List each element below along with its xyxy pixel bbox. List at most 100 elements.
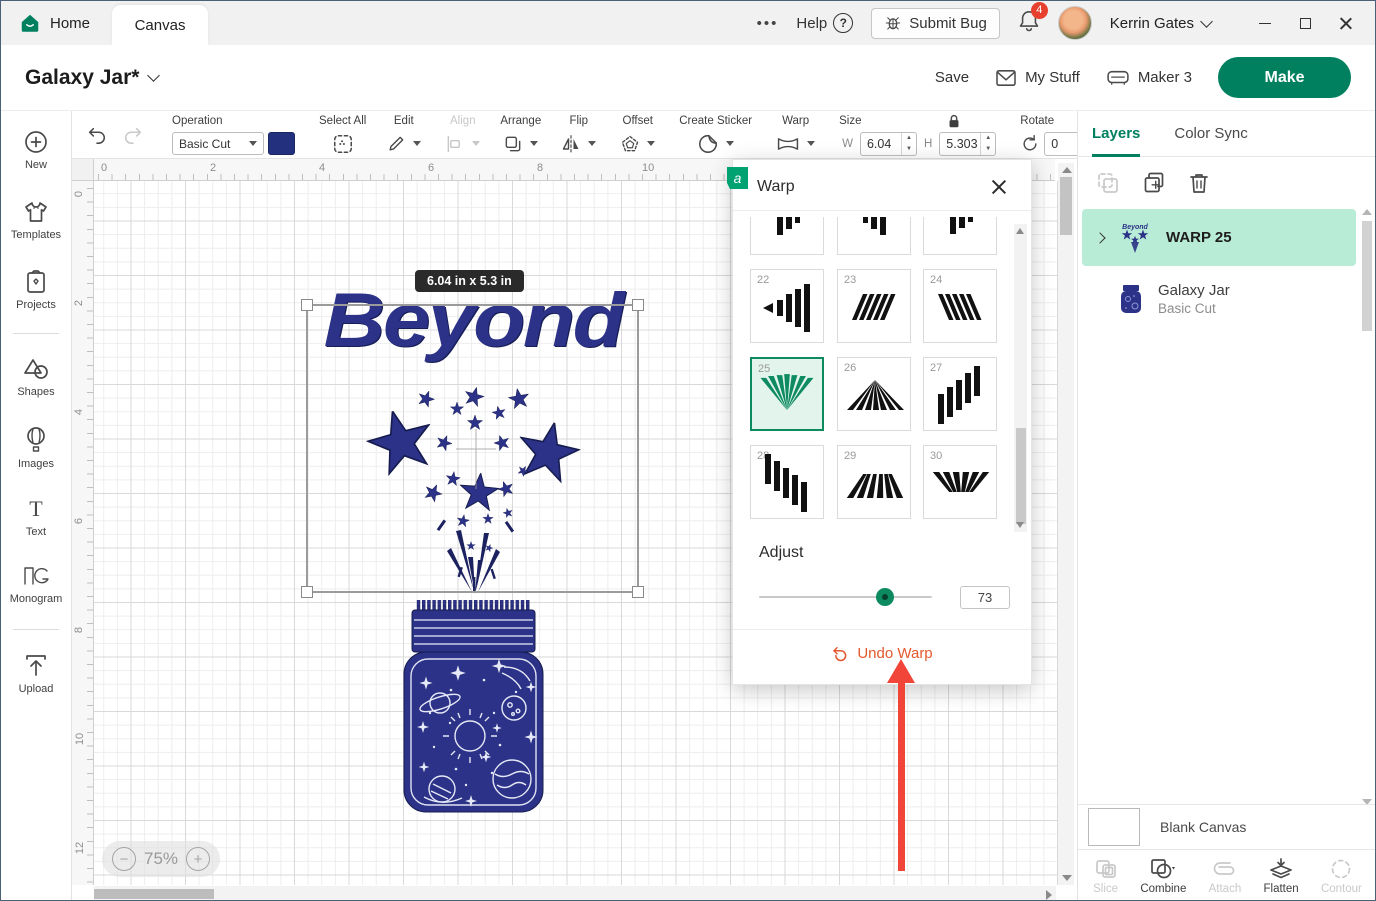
make-button[interactable]: Make: [1218, 57, 1351, 98]
rotate-icon[interactable]: [1020, 134, 1040, 154]
layers-panel: Layers Color Sync Beyond: [1077, 111, 1376, 901]
maximize-icon: [1300, 18, 1311, 29]
canvas-vertical-scrollbar[interactable]: [1058, 163, 1074, 885]
selection-handle-br[interactable]: [632, 586, 644, 598]
overflow-menu-icon[interactable]: •••: [757, 15, 779, 32]
maximize-button[interactable]: [1285, 6, 1325, 40]
warp-style-28[interactable]: 28: [750, 445, 824, 519]
user-menu[interactable]: Kerrin Gates: [1110, 15, 1211, 32]
tab-layers[interactable]: Layers: [1092, 125, 1140, 142]
close-icon[interactable]: [991, 179, 1007, 195]
layer-row-warp-25[interactable]: Beyond WARP 25: [1082, 209, 1356, 266]
warp-style-partial-3[interactable]: [923, 217, 997, 255]
arrange-button[interactable]: Arrange: [490, 111, 551, 158]
my-stuff-button[interactable]: My Stuff: [995, 69, 1080, 87]
zoom-out-button[interactable]: −: [112, 847, 136, 871]
width-spinner[interactable]: ▲▼: [901, 133, 916, 155]
scroll-down-arrow[interactable]: [1016, 522, 1024, 528]
scroll-up-arrow[interactable]: [1016, 228, 1024, 234]
close-button[interactable]: [1325, 6, 1365, 40]
selection-handle-tl[interactable]: [301, 299, 313, 311]
sidebar-item-upload[interactable]: Upload: [1, 651, 71, 695]
undo-warp-button[interactable]: Undo Warp: [733, 644, 1031, 662]
project-title-menu[interactable]: Galaxy Jar*: [1, 66, 158, 90]
avatar[interactable]: [1058, 6, 1092, 40]
design-galaxy-jar[interactable]: [396, 595, 551, 817]
edit-button[interactable]: Edit: [376, 111, 431, 158]
warp-style-25-selected[interactable]: 25: [750, 357, 824, 431]
scrollbar-thumb[interactable]: [1362, 221, 1372, 331]
scroll-down-arrow[interactable]: [1062, 875, 1072, 881]
warp-grid-scrollbar[interactable]: [1014, 224, 1027, 532]
sidebar-item-images[interactable]: Images: [1, 426, 71, 470]
trash-icon[interactable]: [1188, 171, 1210, 195]
flip-icon: [561, 134, 581, 154]
sidebar-item-projects[interactable]: Projects: [1, 269, 71, 311]
selection-handle-bl[interactable]: [301, 586, 313, 598]
height-spinner[interactable]: ▲▼: [980, 133, 995, 155]
warp-style-27[interactable]: 27: [923, 357, 997, 431]
redo-icon[interactable]: [122, 125, 144, 145]
scroll-up-arrow[interactable]: [1362, 209, 1372, 215]
align-label: Align: [450, 115, 476, 127]
flip-button[interactable]: Flip: [551, 111, 606, 158]
selection-handle-tr[interactable]: [632, 299, 644, 311]
adjust-slider[interactable]: [759, 596, 932, 598]
create-sticker-button[interactable]: Create Sticker: [669, 111, 762, 158]
notifications-button[interactable]: 4: [1018, 9, 1040, 38]
scrollbar-thumb[interactable]: [1060, 177, 1072, 235]
sidebar-item-templates[interactable]: Templates: [1, 199, 71, 241]
duplicate-icon[interactable]: [1142, 171, 1166, 195]
combine-button[interactable]: Combine: [1140, 858, 1186, 895]
flatten-button[interactable]: Flatten: [1264, 858, 1299, 895]
shapes-icon: [22, 356, 50, 382]
warp-style-23[interactable]: 23: [837, 269, 911, 343]
scrollbar-thumb[interactable]: [1016, 428, 1026, 524]
scrollbar-thumb[interactable]: [94, 889, 214, 899]
minimize-button[interactable]: [1245, 6, 1285, 40]
selection-box[interactable]: [306, 304, 639, 593]
tab-canvas-label: Canvas: [135, 17, 186, 34]
tab-color-sync[interactable]: Color Sync: [1174, 125, 1247, 142]
offset-button[interactable]: Offset: [610, 111, 665, 158]
warp-style-26[interactable]: 26: [837, 357, 911, 431]
expand-chevron-icon[interactable]: [1094, 232, 1105, 243]
warp-style-partial-2[interactable]: [837, 217, 911, 255]
color-swatch[interactable]: [268, 132, 295, 155]
adjust-slider-thumb[interactable]: [876, 588, 894, 606]
width-input[interactable]: [861, 137, 901, 151]
select-all-label: Select All: [319, 115, 366, 127]
tab-home[interactable]: Home: [1, 1, 112, 45]
sidebar-item-monogram[interactable]: Monogram: [1, 563, 71, 605]
lock-icon[interactable]: [946, 113, 962, 129]
machine-select[interactable]: Maker 3: [1106, 69, 1192, 87]
warp-style-29[interactable]: 29: [837, 445, 911, 519]
operation-group: Operation Basic Cut: [162, 111, 305, 158]
height-input[interactable]: [940, 137, 980, 151]
undo-icon[interactable]: [86, 125, 108, 145]
sidebar-item-shapes[interactable]: Shapes: [1, 356, 71, 398]
warp-style-30[interactable]: 30: [923, 445, 997, 519]
canvas-horizontal-scrollbar[interactable]: [94, 886, 1056, 901]
sidebar-item-new[interactable]: New: [1, 129, 71, 171]
warp-style-24[interactable]: 24: [923, 269, 997, 343]
help-button[interactable]: Help ?: [796, 13, 853, 33]
blank-canvas-row[interactable]: Blank Canvas: [1078, 804, 1376, 849]
warp-style-22[interactable]: 22: [750, 269, 824, 343]
submit-bug-button[interactable]: Submit Bug: [871, 8, 1000, 39]
scroll-right-arrow[interactable]: [1046, 890, 1052, 900]
warp-button[interactable]: Warp: [766, 111, 825, 158]
adjust-value-box[interactable]: 73: [960, 586, 1010, 609]
layers-scrollbar[interactable]: [1360, 207, 1374, 807]
save-button[interactable]: Save: [935, 69, 969, 86]
group-icon: [1096, 171, 1120, 195]
tab-canvas[interactable]: Canvas: [112, 5, 208, 45]
select-all-button[interactable]: Select All: [309, 111, 376, 158]
warp-style-partial-1[interactable]: [750, 217, 824, 255]
zoom-in-button[interactable]: +: [186, 847, 210, 871]
sidebar-item-text[interactable]: T Text: [1, 496, 71, 538]
height-input-box: ▲▼: [939, 132, 996, 156]
scroll-up-arrow[interactable]: [1062, 167, 1072, 173]
layer-row-galaxy-jar[interactable]: Galaxy Jar Basic Cut: [1082, 271, 1356, 327]
operation-select[interactable]: Basic Cut: [172, 132, 264, 155]
